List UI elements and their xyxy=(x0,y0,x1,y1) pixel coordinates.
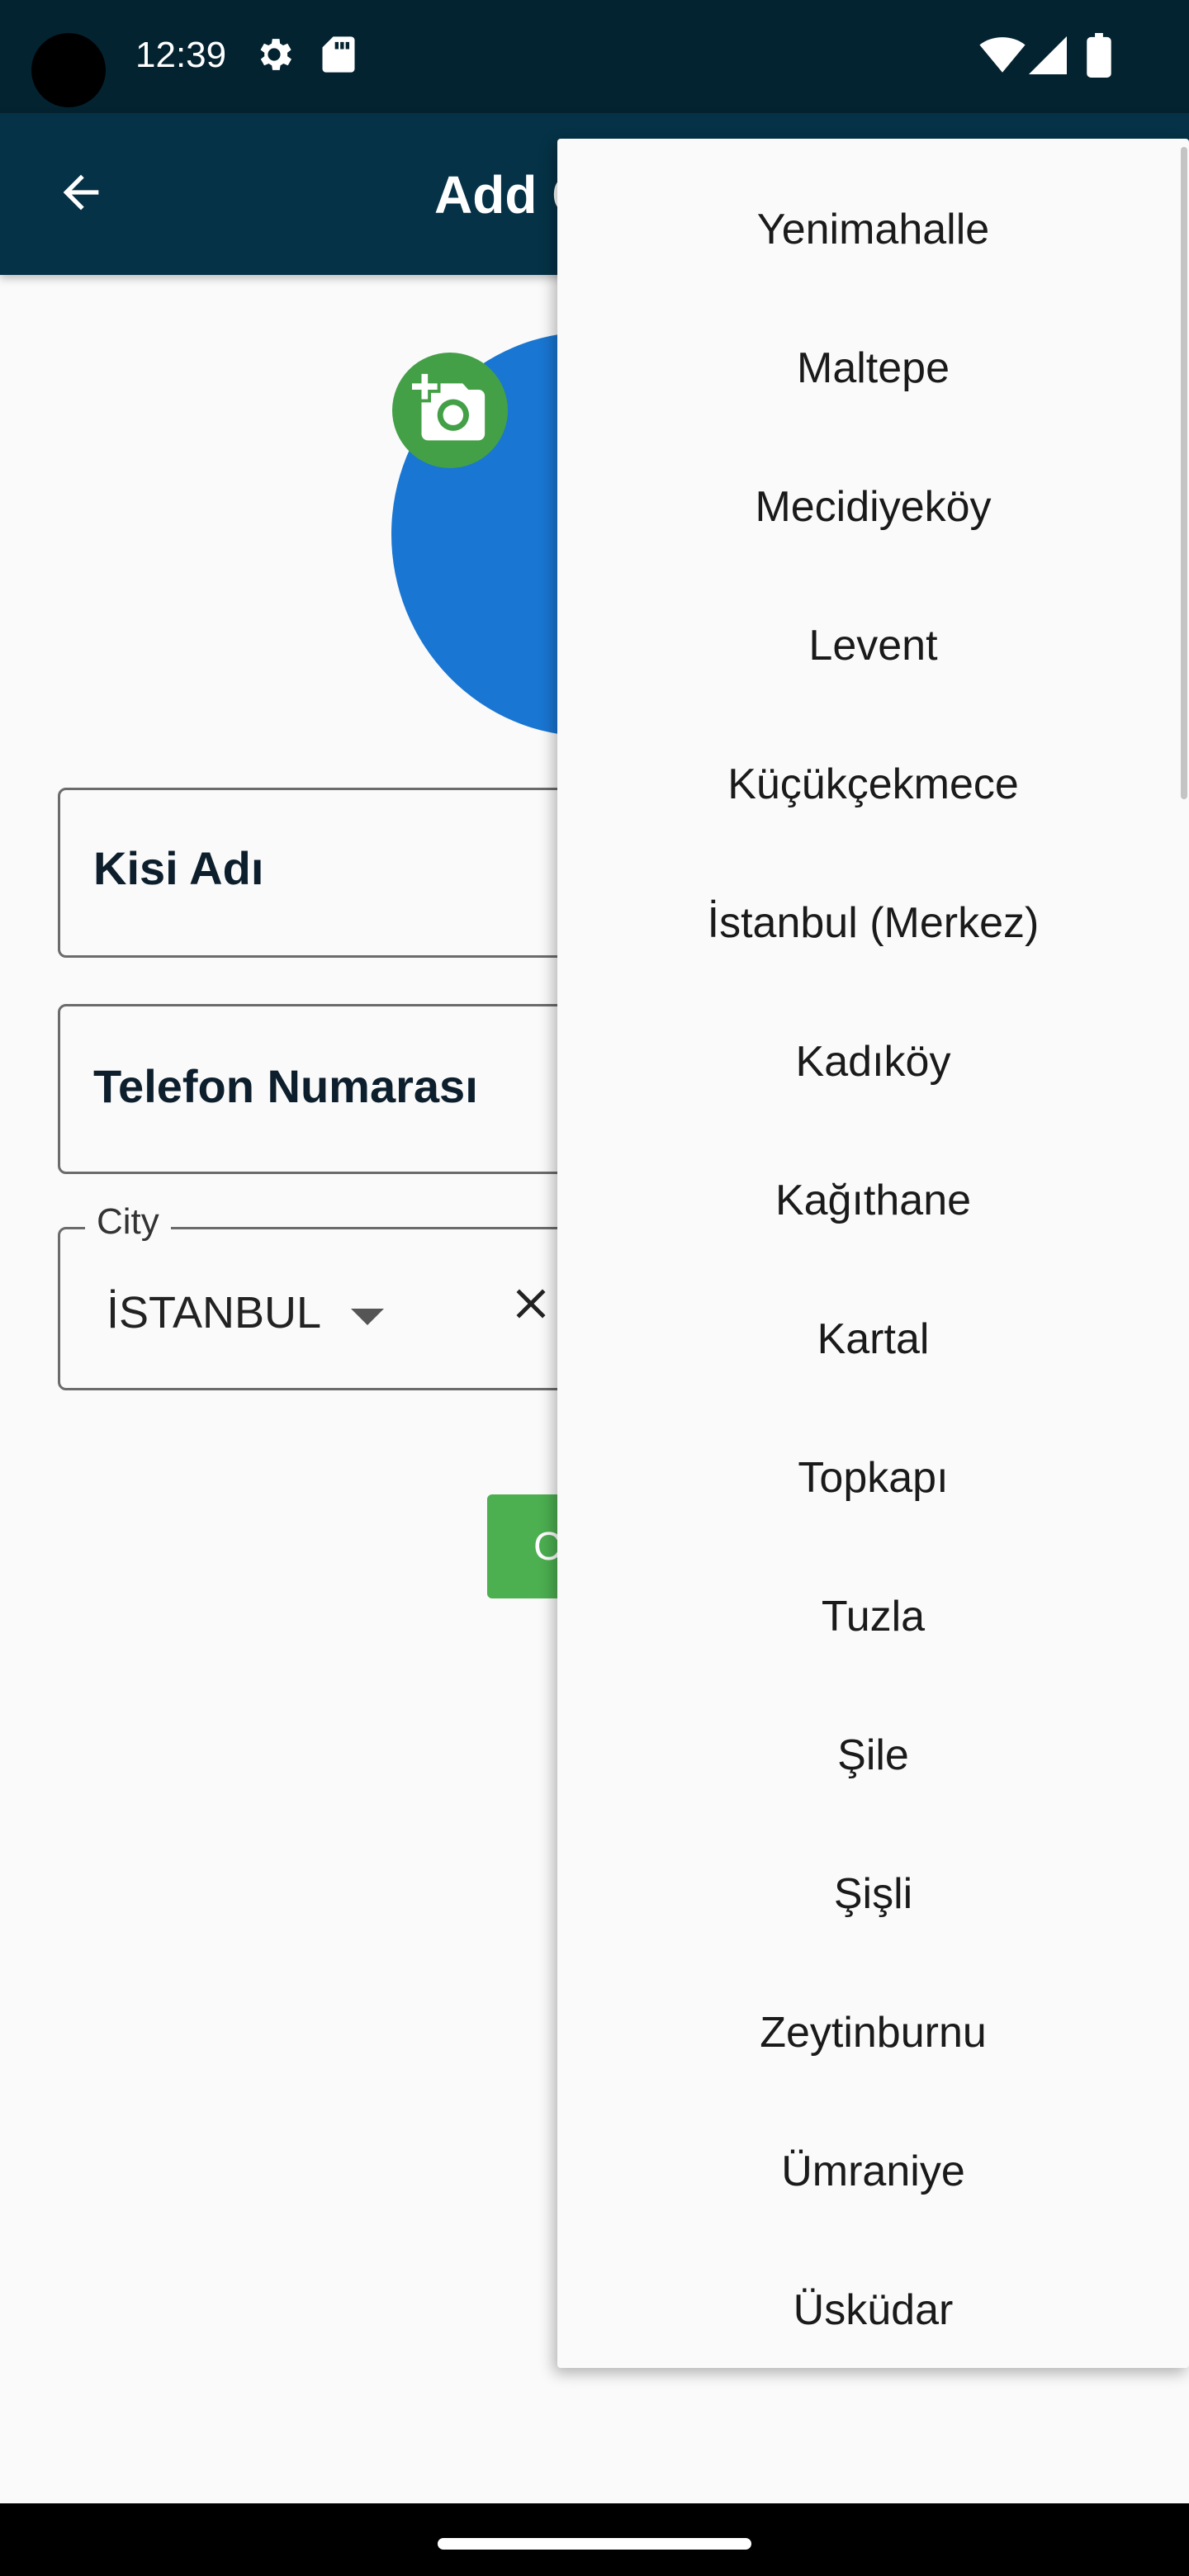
menu-item-tuzla[interactable]: Tuzla xyxy=(557,1547,1189,1686)
menu-item-kagithane[interactable]: Kağıthane xyxy=(557,1131,1189,1270)
menu-item-kartal[interactable]: Kartal xyxy=(557,1270,1189,1409)
city-value: İSTANBUL xyxy=(107,1288,322,1338)
contact-name-placeholder: Kisi Adı xyxy=(93,842,264,894)
sd-card-icon xyxy=(320,33,357,80)
close-icon xyxy=(506,1279,556,1333)
home-gesture-handle[interactable] xyxy=(438,2538,751,2550)
menu-item-maltepe[interactable]: Maltepe xyxy=(557,299,1189,438)
menu-item-umraniye[interactable]: Ümraniye xyxy=(557,2102,1189,2241)
add-photo-button[interactable] xyxy=(392,353,508,468)
menu-item-mecidiyekoy[interactable]: Mecidiyeköy xyxy=(557,438,1189,576)
add-camera-icon xyxy=(412,371,488,451)
cell-signal-icon xyxy=(1029,36,1067,78)
status-time: 12:39 xyxy=(135,35,227,75)
menu-item-sile[interactable]: Şile xyxy=(557,1686,1189,1825)
battery-icon xyxy=(1087,33,1111,82)
camera-cutout xyxy=(31,33,106,107)
menu-item-uskudar[interactable]: Üsküdar xyxy=(557,2241,1189,2368)
clear-city-button[interactable] xyxy=(498,1272,564,1338)
phone-number-placeholder: Telefon Numarası xyxy=(93,1060,478,1112)
status-bar: 12:39 xyxy=(0,0,1189,113)
arrow-back-icon xyxy=(54,166,107,223)
menu-item-levent[interactable]: Levent xyxy=(557,576,1189,715)
system-nav-bar xyxy=(0,2503,1189,2576)
settings-icon xyxy=(253,33,296,80)
menu-item-yenimahalle[interactable]: Yenimahalle xyxy=(557,160,1189,299)
menu-item-zeytinburnu[interactable]: Zeytinburnu xyxy=(557,1963,1189,2102)
menu-item-kucukcekmece[interactable]: Küçükçekmece xyxy=(557,715,1189,854)
menu-item-kadikoy[interactable]: Kadıköy xyxy=(557,992,1189,1131)
menu-item-sisli[interactable]: Şişli xyxy=(557,1825,1189,1963)
menu-item-istanbul-merkez[interactable]: İstanbul (Merkez) xyxy=(557,854,1189,992)
district-dropdown-menu: Yenimahalle Maltepe Mecidiyeköy Levent K… xyxy=(557,139,1189,2368)
menu-item-topkapi[interactable]: Topkapı xyxy=(557,1409,1189,1547)
back-button[interactable] xyxy=(48,161,114,227)
menu-scrollbar[interactable] xyxy=(1181,147,1187,799)
dropdown-caret-icon[interactable] xyxy=(351,1309,384,1325)
city-label: City xyxy=(85,1201,171,1243)
wifi-icon xyxy=(979,36,1026,78)
